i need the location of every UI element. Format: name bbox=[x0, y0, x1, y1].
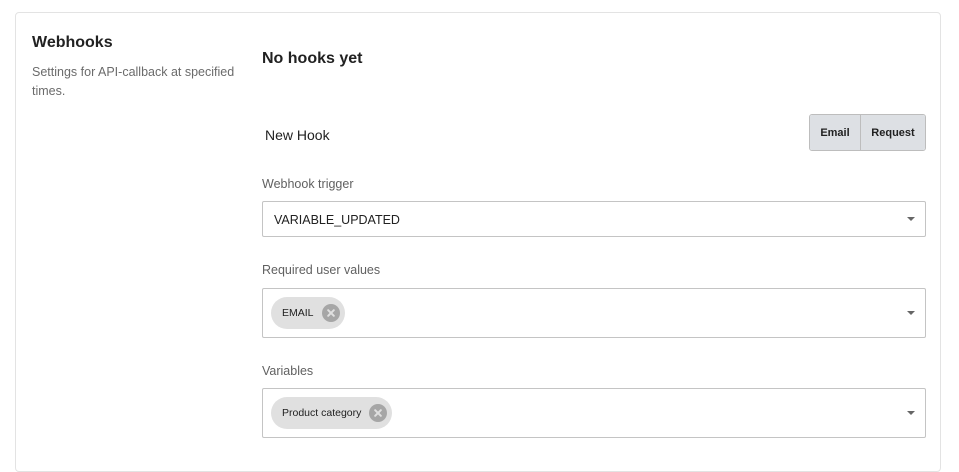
webhook-trigger-select[interactable]: VARIABLE_UPDATED bbox=[262, 201, 926, 237]
chip-email: EMAIL bbox=[271, 297, 345, 329]
webhooks-card: Webhooks Settings for API-callback at sp… bbox=[15, 12, 941, 472]
chevron-down-icon bbox=[907, 411, 915, 415]
request-button[interactable]: Request bbox=[861, 115, 925, 150]
email-button[interactable]: Email bbox=[810, 115, 861, 150]
no-hooks-heading: No hooks yet bbox=[262, 50, 363, 67]
required-user-values-label: Required user values bbox=[262, 263, 381, 277]
section-title: Webhooks bbox=[32, 34, 113, 51]
chevron-down-icon bbox=[907, 217, 915, 221]
required-user-values-select[interactable]: EMAIL bbox=[262, 288, 926, 338]
chip-product-category: Product category bbox=[271, 397, 393, 429]
webhook-trigger-value: VARIABLE_UPDATED bbox=[274, 213, 400, 227]
chip-label: Product category bbox=[282, 407, 362, 419]
section-description: Settings for API-callback at specified t… bbox=[32, 65, 235, 98]
hook-type-toggle: Email Request bbox=[809, 114, 926, 151]
variables-label: Variables bbox=[262, 364, 314, 378]
webhook-trigger-label: Webhook trigger bbox=[262, 177, 354, 191]
close-circle-icon[interactable] bbox=[369, 404, 388, 422]
chevron-down-icon bbox=[907, 311, 915, 315]
variables-select[interactable]: Product category bbox=[262, 388, 926, 438]
close-circle-icon[interactable] bbox=[321, 304, 340, 322]
new-hook-title: New Hook bbox=[265, 127, 330, 143]
chip-label: EMAIL bbox=[282, 307, 314, 319]
